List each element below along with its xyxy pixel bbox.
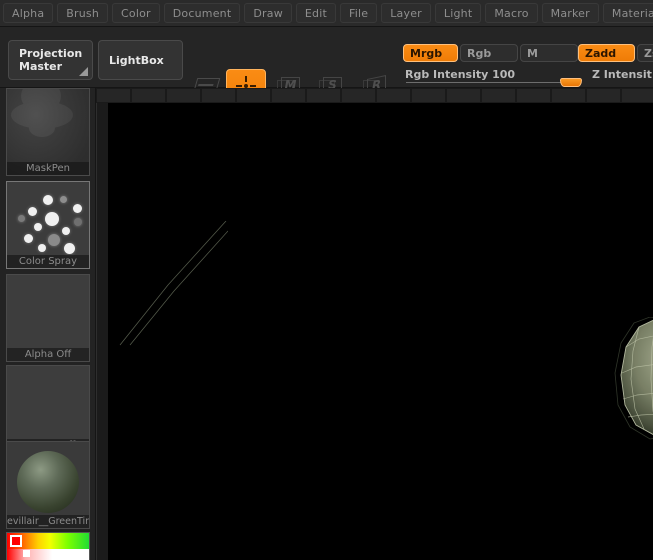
zadd-toggle[interactable]: Zadd	[578, 44, 635, 62]
projection-master-button[interactable]: Projection Master	[8, 40, 93, 80]
quick-pick-slot[interactable]	[96, 88, 131, 103]
m-toggle[interactable]: M	[520, 44, 578, 62]
rgb-intensity-track[interactable]	[406, 82, 574, 83]
document-canvas[interactable]	[108, 103, 653, 560]
menu-item-document[interactable]: Document	[163, 3, 241, 23]
quick-pick-slot[interactable]	[516, 88, 551, 103]
alpha-swatch-button[interactable]: Color Spray	[6, 181, 90, 269]
menu-bar: Alpha Brush Color Document Draw Edit Fil…	[0, 0, 653, 27]
mesh-tail-edges	[119, 221, 228, 346]
left-palette-sidebar: MaskPen Color Spray Alpha Off evillair__…	[0, 88, 96, 560]
alpha-off-button[interactable]: Alpha Off	[6, 274, 90, 362]
quick-pick-slot[interactable]	[236, 88, 271, 103]
quick-pick-slot[interactable]	[341, 88, 376, 103]
color-picker[interactable]	[6, 532, 90, 560]
rgb-toggle[interactable]: Rgb	[460, 44, 518, 62]
menu-item-alpha[interactable]: Alpha	[3, 3, 54, 23]
menu-item-file[interactable]: File	[340, 3, 378, 23]
material-swatch-caption: evillair__GreenTinte	[7, 515, 89, 528]
z-intensity-label: Z Intensit	[592, 68, 652, 81]
chevron-corner-icon	[79, 67, 88, 76]
quick-pick-slot[interactable]	[621, 88, 653, 103]
color-picker-secondary-marker[interactable]	[23, 550, 30, 557]
menu-item-edit[interactable]: Edit	[295, 3, 336, 23]
quick-pick-slot[interactable]	[166, 88, 201, 103]
menu-item-light[interactable]: Light	[434, 3, 482, 23]
quick-pick-slot[interactable]	[131, 88, 166, 103]
quick-pick-slot[interactable]	[411, 88, 446, 103]
brush-swatch-button[interactable]: MaskPen	[6, 88, 90, 176]
polymesh-wireframe	[614, 317, 653, 440]
menu-item-brush[interactable]: Brush	[57, 3, 109, 23]
top-shelf: Projection Master LightBox Edit Draw M M…	[0, 27, 653, 112]
quick-pick-slot[interactable]	[201, 88, 236, 103]
color-picker-value-field[interactable]	[7, 549, 89, 560]
menu-item-draw[interactable]: Draw	[244, 3, 292, 23]
lightbox-button[interactable]: LightBox	[98, 40, 183, 80]
color-picker-primary-marker[interactable]	[10, 535, 22, 547]
zbrush-window: Alpha Brush Color Document Draw Edit Fil…	[0, 0, 653, 560]
rgb-intensity-knob[interactable]	[560, 78, 582, 87]
quick-pick-slot[interactable]	[446, 88, 481, 103]
lightbox-label: LightBox	[109, 53, 164, 67]
mrgb-toggle[interactable]: Mrgb	[403, 44, 458, 62]
projection-master-label: Projection Master	[19, 47, 83, 73]
menu-item-color[interactable]: Color	[112, 3, 160, 23]
texture-off-button[interactable]: Texture Off	[6, 365, 90, 453]
quick-pick-slot[interactable]	[481, 88, 516, 103]
alpha-off-caption: Alpha Off	[7, 348, 89, 361]
quick-pick-strip	[96, 88, 653, 103]
zsub-toggle[interactable]: Zsu	[637, 44, 653, 62]
quick-pick-slot[interactable]	[271, 88, 306, 103]
menu-item-material[interactable]: Material	[602, 3, 653, 23]
quick-pick-slot[interactable]	[306, 88, 341, 103]
brush-swatch-caption: MaskPen	[7, 162, 89, 175]
quick-pick-slot[interactable]	[551, 88, 586, 103]
quick-pick-slot[interactable]	[586, 88, 621, 103]
canvas-frame	[96, 103, 653, 560]
menu-item-macro[interactable]: Macro	[485, 3, 538, 23]
quick-pick-slot[interactable]	[376, 88, 411, 103]
rgb-intensity-label: Rgb Intensity 100	[405, 68, 516, 81]
material-swatch-button[interactable]: evillair__GreenTinte	[6, 441, 90, 529]
menu-item-marker[interactable]: Marker	[541, 3, 599, 23]
alpha-swatch-caption: Color Spray	[7, 255, 89, 268]
menu-item-layer[interactable]: Layer	[381, 3, 431, 23]
polymesh-object[interactable]	[606, 317, 653, 447]
